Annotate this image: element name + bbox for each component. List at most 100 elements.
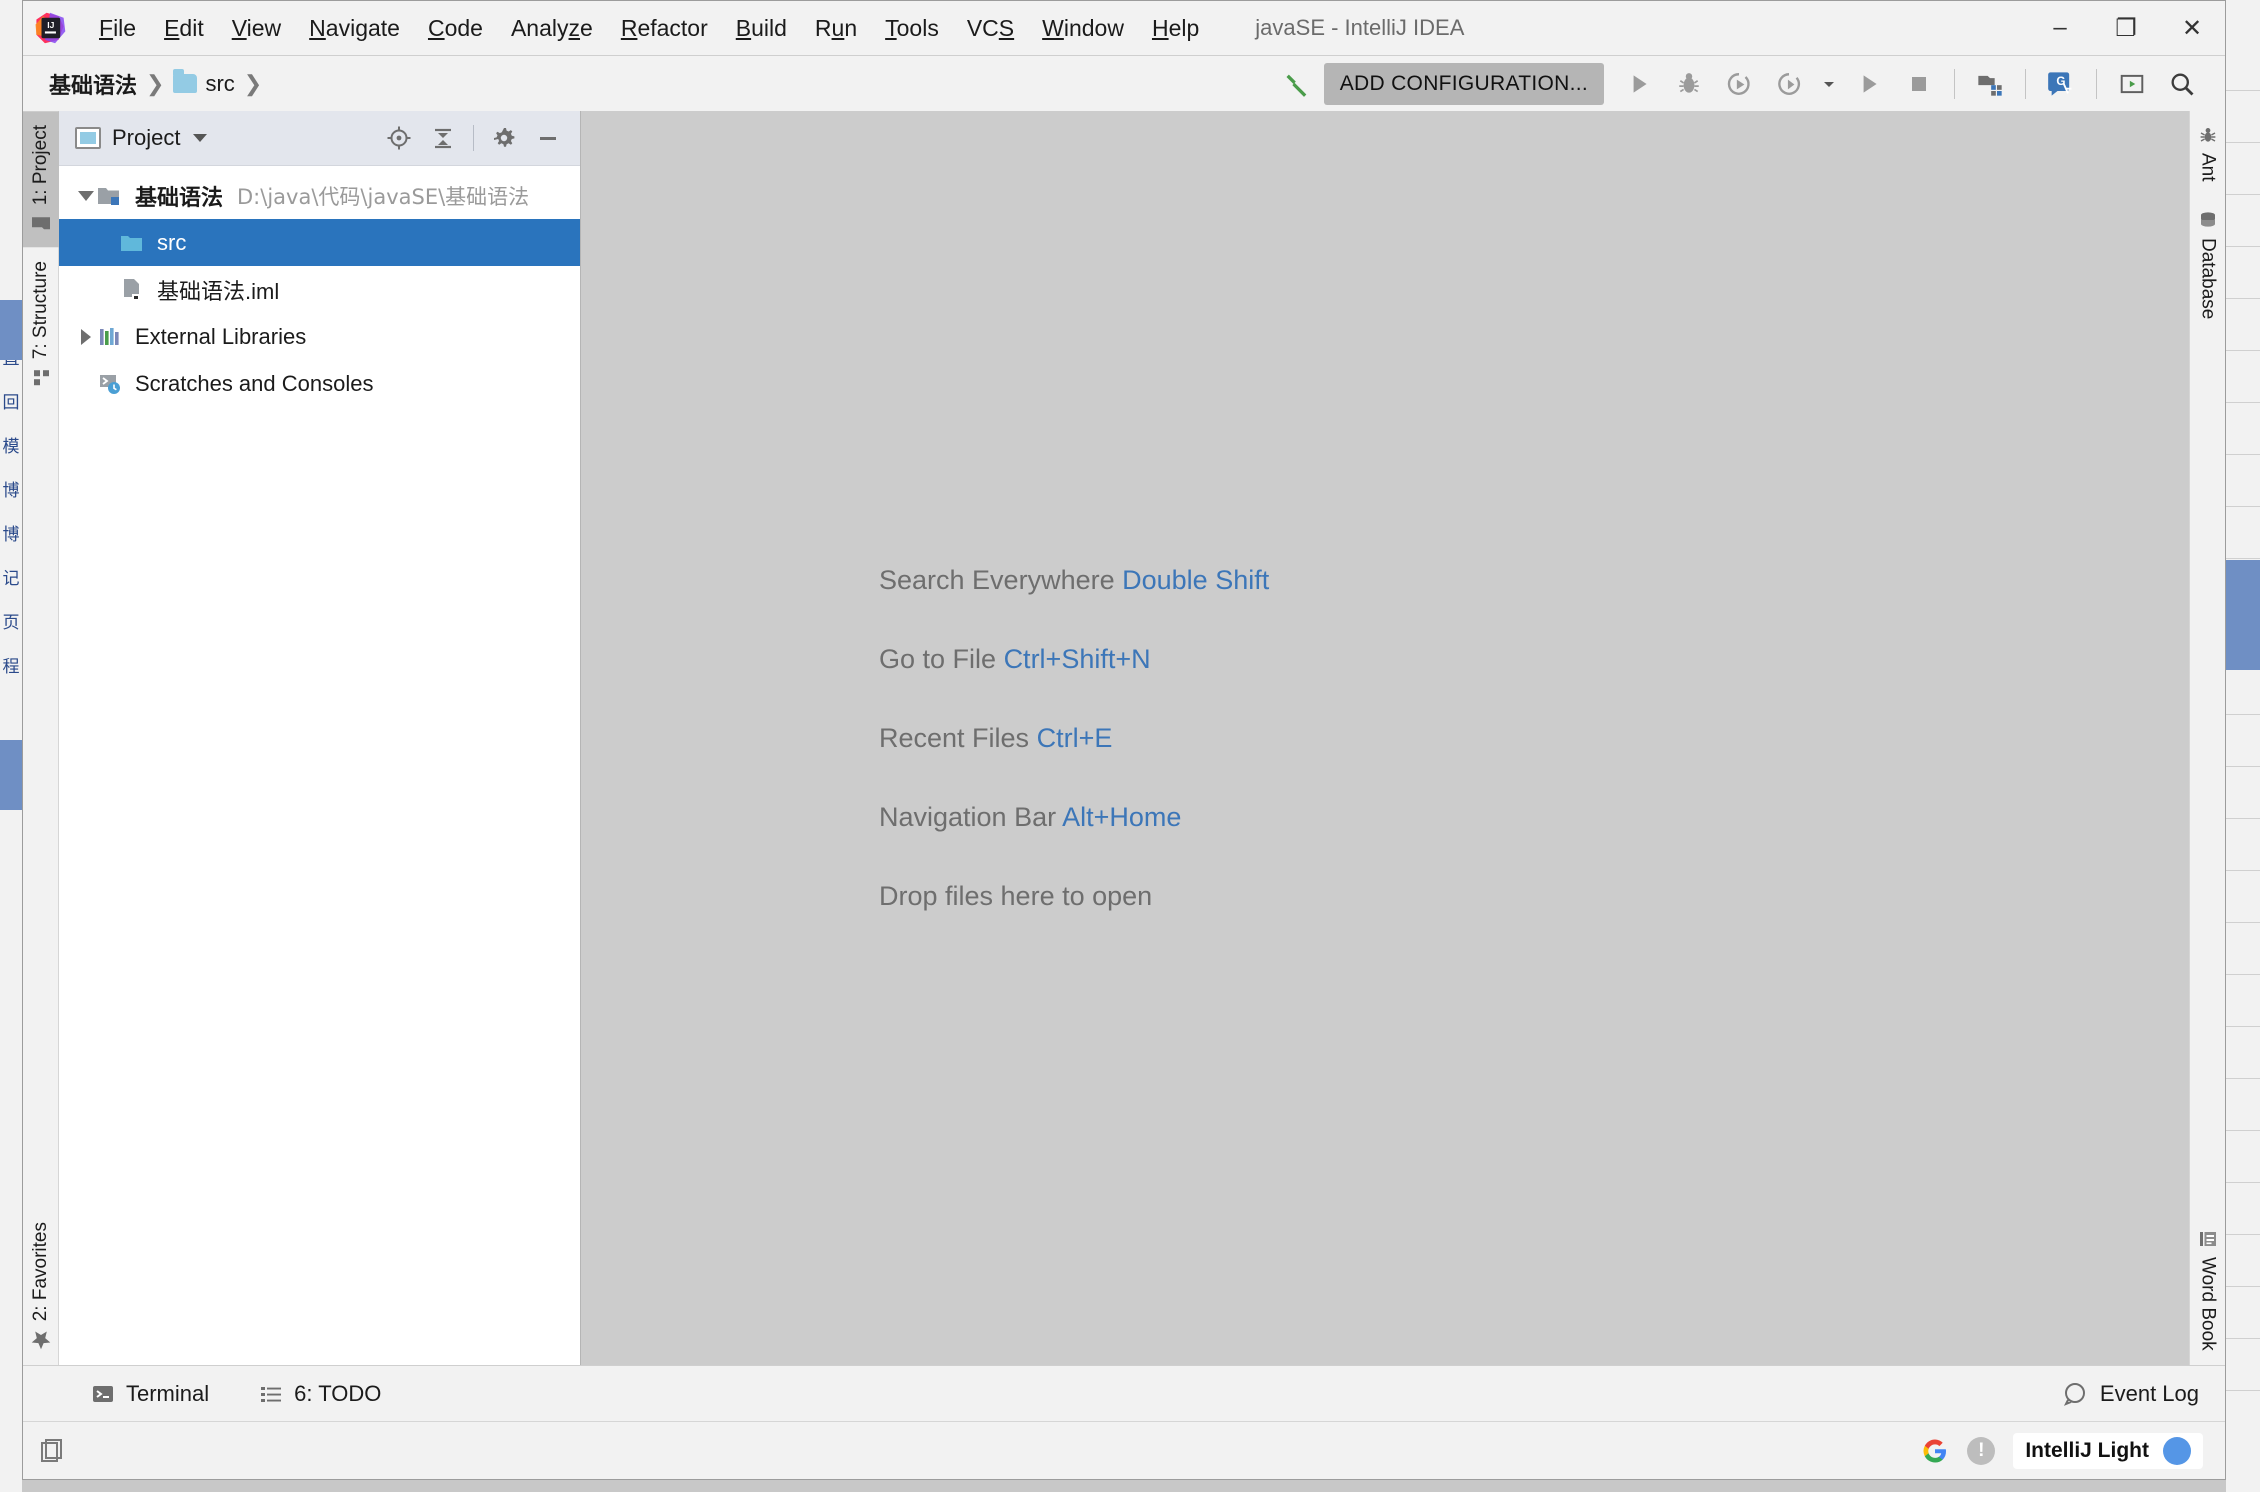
tree-item-path: D:\java\代码\javaSE\基础语法 xyxy=(237,181,529,211)
background-line xyxy=(2226,870,2260,871)
status-bar: ! IntelliJ Light xyxy=(23,1421,2225,1479)
run-icon[interactable] xyxy=(1616,62,1662,106)
background-line xyxy=(2226,974,2260,975)
theme-label: IntelliJ Light xyxy=(2025,1439,2149,1463)
open-terminal-icon[interactable] xyxy=(2109,62,2155,106)
source-folder-icon xyxy=(119,231,145,255)
module-icon xyxy=(97,184,123,208)
expand-arrow-icon[interactable] xyxy=(75,191,97,201)
bottom-tab-todo[interactable]: 6: TODO xyxy=(251,1376,389,1412)
window-title: javaSE - IntelliJ IDEA xyxy=(1255,15,1464,41)
background-text: 博 xyxy=(0,520,22,550)
translate-icon[interactable]: G xyxy=(2038,62,2084,106)
navigation-toolbar: 基础语法 ❯ src ❯ ADD CONFIGURATION... xyxy=(23,55,2225,111)
menu-item-tools[interactable]: Tools xyxy=(871,9,953,48)
sidebar-item-structure[interactable]: 7: Structure xyxy=(23,247,59,401)
notification-icon[interactable]: ! xyxy=(1967,1437,1995,1465)
menu-item-refactor[interactable]: Refactor xyxy=(607,9,722,48)
toolbar-divider xyxy=(1954,69,1955,99)
menu-item-build[interactable]: Build xyxy=(722,9,801,48)
sidebar-item-ant[interactable]: Ant xyxy=(2190,111,2226,196)
collapse-all-icon[interactable] xyxy=(423,118,463,158)
search-icon[interactable] xyxy=(2159,62,2205,106)
project-structure-icon[interactable] xyxy=(1967,62,2013,106)
settings-gear-icon[interactable] xyxy=(484,118,524,158)
profile-icon[interactable] xyxy=(1766,62,1812,106)
expand-arrow-icon[interactable] xyxy=(75,329,97,345)
iml-file-icon xyxy=(119,277,145,303)
editor-empty-area[interactable]: Search Everywhere Double Shift Go to Fil… xyxy=(581,111,2189,1365)
sidebar-item-favorites[interactable]: 2: Favorites xyxy=(23,1208,59,1365)
menu-item-navigate[interactable]: Navigate xyxy=(295,9,414,48)
build-hammer-icon[interactable] xyxy=(1274,62,1320,106)
menu-item-window[interactable]: Window xyxy=(1028,9,1138,48)
background-text: 模 xyxy=(0,432,22,462)
bottom-tab-terminal[interactable]: Terminal xyxy=(83,1376,217,1412)
structure-icon xyxy=(31,367,51,387)
locate-icon[interactable] xyxy=(379,118,419,158)
background-text: 记 xyxy=(0,564,22,594)
ant-icon xyxy=(2198,125,2218,145)
run-toolbar: ADD CONFIGURATION... xyxy=(1274,56,2205,112)
close-button[interactable]: ✕ xyxy=(2159,1,2225,55)
minimize-button[interactable]: – xyxy=(2027,1,2093,55)
status-badge[interactable]: IntelliJ Light xyxy=(2013,1433,2203,1469)
scratches-icon xyxy=(97,371,123,397)
tree-row[interactable]: 基础语法.iml xyxy=(59,266,580,313)
event-log-button[interactable]: Event Log xyxy=(2062,1381,2199,1407)
sidebar-item-database[interactable]: Database xyxy=(2190,196,2226,333)
tree-row[interactable]: External Libraries xyxy=(59,313,580,360)
project-window-icon xyxy=(75,127,101,149)
google-icon[interactable] xyxy=(1921,1437,1949,1465)
background-band xyxy=(2226,560,2260,670)
debug-icon[interactable] xyxy=(1666,62,1712,106)
sidebar-item-word-book-label: Word Book xyxy=(2197,1257,2219,1351)
hint-action-label: Go to File xyxy=(879,644,996,674)
background-window-right xyxy=(2226,0,2260,1492)
sidebar-item-ant-label: Ant xyxy=(2197,153,2219,182)
tree-row[interactable]: src xyxy=(59,219,580,266)
hint-recent-files: Recent Files Ctrl+E xyxy=(879,699,2189,778)
stop-icon[interactable] xyxy=(1896,62,1942,106)
menu-item-edit[interactable]: Edit xyxy=(150,9,218,48)
editor-hints: Search Everywhere Double Shift Go to Fil… xyxy=(879,541,2189,936)
background-text: 博 xyxy=(0,476,22,506)
hint-search-everywhere: Search Everywhere Double Shift xyxy=(879,541,2189,620)
menu-item-view[interactable]: View xyxy=(218,9,295,48)
add-configuration-button[interactable]: ADD CONFIGURATION... xyxy=(1324,63,1604,105)
menu-item-file[interactable]: File xyxy=(85,9,150,48)
run-with-coverage-icon[interactable] xyxy=(1716,62,1762,106)
menu-item-code[interactable]: Code xyxy=(414,9,497,48)
tree-row[interactable]: Scratches and Consoles xyxy=(59,360,580,407)
breadcrumb-separator-2: ❯ xyxy=(244,71,262,97)
project-panel-title: Project xyxy=(112,125,180,151)
run-anything-icon[interactable] xyxy=(1846,62,1892,106)
tree-item-label: src xyxy=(157,230,186,256)
hint-go-to-file: Go to File Ctrl+Shift+N xyxy=(879,620,2189,699)
menu-item-vcs[interactable]: VCS xyxy=(953,9,1028,48)
bottom-tab-terminal-label: Terminal xyxy=(126,1381,209,1407)
sidebar-item-project-label: 1: Project xyxy=(30,125,52,205)
menu-item-run[interactable]: Run xyxy=(801,9,871,48)
maximize-button[interactable]: ❐ xyxy=(2093,1,2159,55)
hint-shortcut-label: Ctrl+E xyxy=(1037,723,1113,753)
intellij-logo-icon: IJ xyxy=(33,11,67,45)
background-line xyxy=(2226,90,2260,91)
menu-item-analyze[interactable]: Analyze xyxy=(497,9,607,48)
hint-shortcut-label: Double Shift xyxy=(1122,565,1269,595)
breadcrumb-project[interactable]: 基础语法 xyxy=(49,68,137,100)
left-tool-stripe: 1: Project 7: Structure 2: Favorites xyxy=(23,111,59,1365)
sidebar-item-word-book[interactable]: Word Book xyxy=(2190,1215,2226,1365)
bottom-tab-todo-label: 6: TODO xyxy=(294,1381,381,1407)
hide-icon[interactable] xyxy=(528,118,568,158)
project-tree[interactable]: 基础语法 D:\java\代码\javaSE\基础语法 src xyxy=(59,166,580,1365)
sidebar-item-project[interactable]: 1: Project xyxy=(23,111,59,247)
chevron-down-icon[interactable] xyxy=(193,134,207,142)
layout-icon[interactable] xyxy=(37,1436,67,1466)
intellij-main-window: IJ File Edit View Navigate Code Analyze … xyxy=(22,0,2226,1480)
menu-item-help[interactable]: Help xyxy=(1138,9,1213,48)
avatar-icon[interactable] xyxy=(2163,1437,2191,1465)
breadcrumb-src[interactable]: src xyxy=(205,71,234,97)
profile-dropdown-icon[interactable] xyxy=(1816,62,1842,106)
tree-row[interactable]: 基础语法 D:\java\代码\javaSE\基础语法 xyxy=(59,172,580,219)
